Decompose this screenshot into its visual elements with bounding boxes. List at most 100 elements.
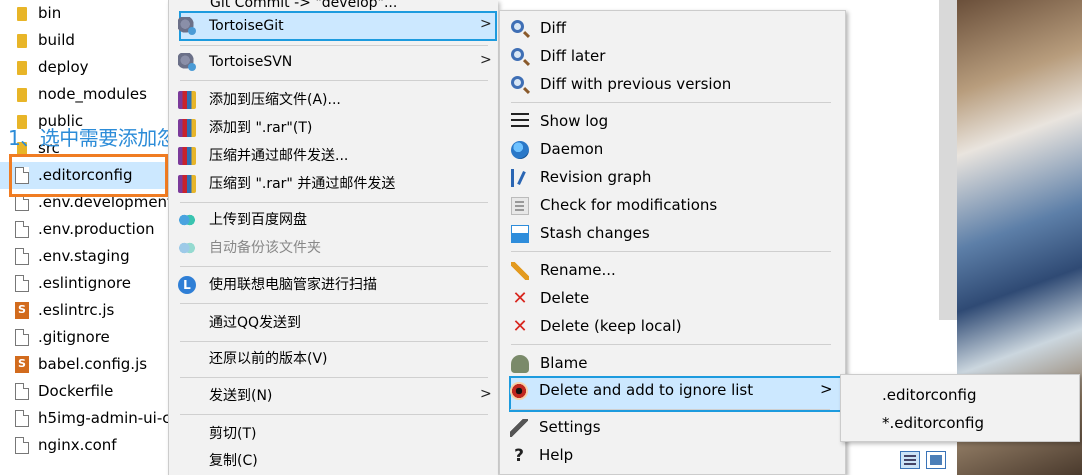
file-name: .eslintrc.js [38, 301, 115, 319]
menu-item-compress-email[interactable]: 压缩并通过邮件发送... [168, 142, 496, 170]
file-row-nginx[interactable]: nginx.conf [0, 432, 168, 459]
file-name: build [38, 31, 75, 49]
file-name: babel.config.js [38, 355, 148, 373]
menu-item-label: 使用联想电脑管家进行扫描 [209, 277, 377, 293]
file-row-babel-config[interactable]: babel.config.js [0, 351, 168, 378]
folder-icon [17, 61, 27, 75]
baidu-netdisk-icon [178, 239, 196, 257]
menu-item-label: 上传到百度网盘 [209, 212, 307, 228]
file-row-bin[interactable]: bin [0, 0, 168, 27]
file-row-eslintrc[interactable]: .eslintrc.js [0, 297, 168, 324]
menu-item-label: 添加到压缩文件(A)... [209, 92, 341, 108]
menu-item-label: 自动备份该文件夹 [209, 240, 321, 256]
menu-item-label: Help [539, 446, 574, 464]
menu-separator [180, 80, 488, 81]
menu-item-ignore-wildcard[interactable]: *.editorconfig [841, 411, 1079, 437]
chevron-right-icon: > [480, 16, 492, 32]
winrar-icon [178, 91, 196, 109]
menu-separator [180, 414, 488, 415]
tortoisesvn-icon [178, 53, 196, 71]
chevron-right-icon: > [820, 380, 833, 398]
menu-item-tortoisegit[interactable]: TortoiseGit > [168, 12, 496, 40]
file-name: .env.production [38, 220, 155, 238]
menu-item-label: Delete and add to ignore list [539, 381, 754, 399]
tortoisegit-icon [178, 17, 196, 35]
file-name: .eslintignore [38, 274, 131, 292]
menu-item-label: 剪切(T) [209, 426, 257, 442]
winrar-icon [178, 175, 196, 193]
menu-item-qq-send[interactable]: 通过QQ发送到 [168, 309, 496, 337]
menu-item-delete-add-ignore[interactable]: Delete and add to ignore list > [499, 377, 844, 405]
sublime-file-icon [15, 356, 29, 373]
file-icon [15, 437, 29, 454]
menu-separator [180, 266, 488, 267]
menu-item-copy[interactable]: 复制(C) [168, 447, 496, 475]
menu-item-add-rar[interactable]: 添加到 ".rar"(T) [168, 114, 496, 142]
menu-separator [180, 341, 488, 342]
folder-icon [17, 88, 27, 102]
lenovo-icon: L [178, 276, 196, 294]
baidu-netdisk-icon [178, 211, 196, 229]
ignore-list-submenu: .editorconfig *.editorconfig [840, 374, 1080, 442]
menu-item-add-archive[interactable]: 添加到压缩文件(A)... [168, 86, 496, 114]
menu-item-restore-previous[interactable]: 还原以前的版本(V) [168, 345, 496, 373]
file-name: .env.staging [38, 247, 130, 265]
file-icon [15, 410, 29, 427]
menu-item-label: Settings [539, 418, 601, 436]
file-name: nginx.conf [38, 436, 117, 454]
selection-highlight-box [9, 154, 168, 197]
scrollbar[interactable] [939, 0, 957, 320]
menu-item-send-to[interactable]: 发送到(N) > [168, 382, 496, 410]
menu-item-compress-rar-email[interactable]: 压缩到 ".rar" 并通过邮件发送 [168, 170, 496, 198]
menu-item-help[interactable]: ? Help [499, 442, 844, 470]
menu-separator [180, 45, 488, 46]
menu-separator [510, 409, 830, 410]
menu-item-auto-backup[interactable]: 自动备份该文件夹 [168, 234, 496, 262]
winrar-icon [178, 147, 196, 165]
settings-wrench-icon [510, 419, 528, 437]
file-row-gitignore[interactable]: .gitignore [0, 324, 168, 351]
file-row-build[interactable]: build [0, 27, 168, 54]
context-menu-items: TortoiseGit > TortoiseSVN > 添加到压缩文件(A)... … [168, 0, 498, 475]
menu-item-lenovo-scan[interactable]: L 使用联想电脑管家进行扫描 [168, 271, 496, 299]
view-mode-switch [898, 450, 950, 472]
menu-item-label: .editorconfig [882, 386, 977, 404]
menu-separator [180, 202, 488, 203]
menu-item-tortoisesvn[interactable]: TortoiseSVN > [168, 48, 496, 76]
file-name: h5img-admin-ui-c [38, 409, 168, 427]
file-row-env-staging[interactable]: .env.staging [0, 243, 168, 270]
menu-item-ignore-exact[interactable]: .editorconfig [841, 383, 1079, 409]
menu-item-label: 通过QQ发送到 [209, 315, 302, 331]
menu-item-baidu-upload[interactable]: 上传到百度网盘 [168, 206, 496, 234]
menu-separator [180, 303, 488, 304]
file-row-deploy[interactable]: deploy [0, 54, 168, 81]
menu-separator [180, 377, 488, 378]
file-row-h5img[interactable]: h5img-admin-ui-c [0, 405, 168, 432]
file-name: deploy [38, 58, 89, 76]
menu-item-label: TortoiseGit [209, 18, 284, 34]
menu-item-label: *.editorconfig [882, 414, 984, 432]
tortoisegit-submenu-lower: Delete and add to ignore list > Settings … [499, 10, 846, 475]
file-row-node-modules[interactable]: node_modules [0, 81, 168, 108]
folder-icon [17, 34, 27, 48]
help-icon: ? [514, 446, 524, 466]
menu-item-label: 复制(C) [209, 453, 258, 469]
file-icon [15, 329, 29, 346]
file-row-dockerfile[interactable]: Dockerfile [0, 378, 168, 405]
menu-item-label: 添加到 ".rar"(T) [209, 120, 313, 136]
file-name: node_modules [38, 85, 147, 103]
file-row-eslintignore[interactable]: .eslintignore [0, 270, 168, 297]
file-name: Dockerfile [38, 382, 114, 400]
file-list: bin build deploy node_modules public src… [0, 0, 168, 475]
large-icons-view-icon[interactable] [926, 451, 946, 469]
details-view-icon[interactable] [900, 451, 920, 469]
menu-item-label: 压缩到 ".rar" 并通过邮件发送 [209, 176, 396, 192]
menu-item-settings[interactable]: Settings [499, 414, 844, 442]
folder-icon [17, 7, 27, 21]
sublime-file-icon [15, 302, 29, 319]
menu-item-cut[interactable]: 剪切(T) [168, 420, 496, 448]
file-row-env-production[interactable]: .env.production [0, 216, 168, 243]
file-icon [15, 221, 29, 238]
winrar-icon [178, 119, 196, 137]
file-name: .gitignore [38, 328, 110, 346]
